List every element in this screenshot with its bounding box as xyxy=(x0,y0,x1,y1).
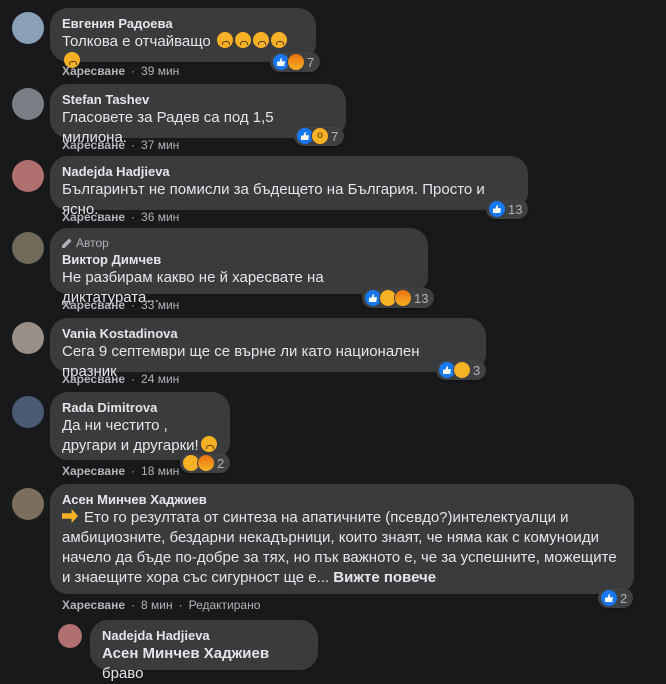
comment-time[interactable]: 39 мин xyxy=(141,64,179,78)
reply-text: Асен Минчев Хаджиев браво xyxy=(102,645,270,682)
comment-bubble: Vania Kostadinova Сега 9 септември ще се… xyxy=(50,318,486,380)
comment-author[interactable]: Vania Kostadinova xyxy=(62,326,474,342)
angry-reaction-icon xyxy=(197,454,215,472)
reply-avatar[interactable] xyxy=(58,624,82,648)
avatar[interactable] xyxy=(12,322,44,354)
comment-meta: Харесване · 33 мин xyxy=(62,298,180,312)
reply-mention[interactable]: Асен Минчев Хаджиев xyxy=(102,645,269,662)
avatar[interactable] xyxy=(12,160,44,192)
reaction-summary[interactable]: 2 xyxy=(180,453,231,473)
comment-meta: Харесване · 18 мин xyxy=(62,464,180,478)
angry-reaction-icon xyxy=(287,53,305,71)
comment-time[interactable]: 36 мин xyxy=(141,210,179,224)
comment-bubble: Nadejda Hadjieva Българинът не помисли з… xyxy=(50,156,528,218)
angry-reaction-icon xyxy=(394,289,412,307)
comment-author[interactable]: Евгения Радоева xyxy=(62,16,304,32)
reaction-count: 3 xyxy=(473,362,481,378)
like-button[interactable]: Харесване xyxy=(62,464,125,478)
comment-meta: Харесване · 39 мин xyxy=(62,64,180,78)
comment-time[interactable]: 18 мин xyxy=(141,464,179,478)
avatar[interactable] xyxy=(12,488,44,520)
comment-author[interactable]: Nadejda Hadjieva xyxy=(62,164,516,180)
like-reaction-icon xyxy=(488,200,506,218)
reply-bubble: Nadejda Hadjieva Асен Минчев Хаджиев бра… xyxy=(90,620,318,682)
like-button[interactable]: Харесване xyxy=(62,298,125,312)
reaction-summary[interactable]: 3 xyxy=(436,360,487,380)
pointing-hand-icon xyxy=(62,509,78,523)
like-button[interactable]: Харесване xyxy=(62,64,125,78)
comment-author[interactable]: Rada Dimitrova xyxy=(62,400,218,416)
comment-bubble: Асен Минчев Хаджиев Ето го резултата от … xyxy=(50,484,634,594)
reaction-summary[interactable]: o 7 xyxy=(294,126,345,146)
like-button[interactable]: Харесване xyxy=(62,598,125,612)
comment-meta: Харесване · 36 мин xyxy=(62,210,180,224)
edited-label: Редактирано xyxy=(188,598,261,612)
comment-bubble: Rada Dimitrova Да ни честито , другари и… xyxy=(50,392,230,460)
reaction-count: 2 xyxy=(217,455,225,471)
like-button[interactable]: Харесване xyxy=(62,210,125,224)
like-button[interactable]: Харесване xyxy=(62,138,125,152)
reply-author[interactable]: Nadejda Hadjieva xyxy=(102,628,306,644)
see-more-link[interactable]: Вижте повече xyxy=(333,569,436,586)
avatar[interactable] xyxy=(12,88,44,120)
comment-author[interactable]: Асен Минчев Хаджиев xyxy=(62,492,622,508)
comment-time[interactable]: 33 мин xyxy=(141,298,179,312)
reaction-count: 2 xyxy=(620,590,628,606)
comment-meta: Харесване · 8 мин · Редактирано xyxy=(62,598,261,612)
avatar[interactable] xyxy=(12,232,44,264)
reaction-count: 7 xyxy=(331,128,339,144)
reaction-count: 7 xyxy=(307,54,315,70)
reaction-count: 13 xyxy=(414,290,429,306)
reaction-summary[interactable]: 13 xyxy=(362,288,435,308)
reaction-summary[interactable]: 7 xyxy=(270,52,321,72)
reaction-summary[interactable]: 13 xyxy=(486,199,529,219)
like-reaction-icon xyxy=(600,589,618,607)
comment-time[interactable]: 8 мин xyxy=(141,598,173,612)
comment-author[interactable]: Виктор Димчев xyxy=(62,252,416,268)
comment-text-line-1: Да ни честито , xyxy=(62,417,168,434)
wow-reaction-icon: o xyxy=(311,127,329,145)
comment-meta: Харесване · 37 мин xyxy=(62,138,180,152)
reaction-count: 13 xyxy=(508,201,523,217)
avatar[interactable] xyxy=(12,396,44,428)
comment-author[interactable]: Stefan Tashev xyxy=(62,92,334,108)
comment-time[interactable]: 24 мин xyxy=(141,372,179,386)
author-badge: Автор xyxy=(62,236,416,250)
comment-meta: Харесване · 24 мин xyxy=(62,372,180,386)
avatar[interactable] xyxy=(12,12,44,44)
reaction-summary[interactable]: 2 xyxy=(598,588,634,608)
pencil-icon xyxy=(62,238,72,248)
haha-reaction-icon xyxy=(453,361,471,379)
comment-bubble: Автор Виктор Димчев Не разбирам какво не… xyxy=(50,228,428,306)
like-button[interactable]: Харесване xyxy=(62,372,125,386)
comment-text: Ето го резултата от синтеза на апатичнит… xyxy=(62,509,617,586)
comment-time[interactable]: 37 мин xyxy=(141,138,179,152)
